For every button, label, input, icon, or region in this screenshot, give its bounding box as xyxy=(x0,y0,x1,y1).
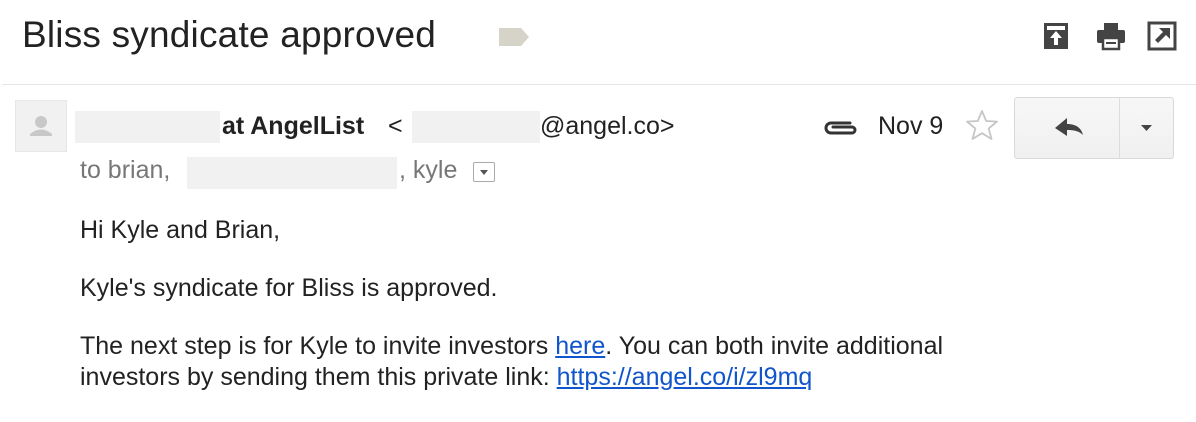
private-invite-link[interactable]: https://angel.co/i/zl9mq xyxy=(557,363,813,391)
recipients-last: , kyle xyxy=(399,156,458,184)
move-to-inbox-icon[interactable] xyxy=(1040,20,1072,52)
print-icon[interactable] xyxy=(1095,20,1127,52)
avatar xyxy=(15,100,67,152)
body-line-3: investors by sending them this private l… xyxy=(80,362,812,392)
sender-name[interactable]: at AngelList xyxy=(222,112,364,141)
paperclip-icon xyxy=(824,121,857,135)
chevron-down-icon xyxy=(480,170,488,175)
body-line-1: Kyle's syndicate for Bliss is approved. xyxy=(80,274,498,302)
reply-button[interactable] xyxy=(1014,97,1120,159)
body-greeting: Hi Kyle and Brian, xyxy=(80,216,281,244)
body-line-2: The next step is for Kyle to invite inve… xyxy=(80,331,943,361)
email-subject: Bliss syndicate approved xyxy=(22,14,437,55)
sender-email-domain: @angel.co> xyxy=(540,112,675,140)
star-icon[interactable] xyxy=(964,108,1000,144)
person-icon xyxy=(30,116,52,136)
body-line-3-before: investors by sending them this private l… xyxy=(80,363,557,391)
redacted-recipient xyxy=(187,157,397,189)
recipients-prefix: to brian, xyxy=(80,156,171,184)
here-link[interactable]: here xyxy=(555,332,605,360)
body-line-2-after: . You can both invite additional xyxy=(605,332,944,360)
body-line-2-before: The next step is for Kyle to invite inve… xyxy=(80,332,556,360)
header-divider xyxy=(2,84,1196,85)
reply-icon xyxy=(1055,118,1083,136)
redacted-sender-name xyxy=(75,111,220,143)
chevron-down-icon xyxy=(1141,125,1152,131)
sender-email-open: < xyxy=(388,112,403,140)
open-in-new-window-icon[interactable] xyxy=(1146,20,1178,52)
show-details-toggle[interactable] xyxy=(473,162,495,182)
more-actions-button[interactable] xyxy=(1119,97,1174,159)
redacted-sender-email xyxy=(412,111,540,143)
email-date: Nov 9 xyxy=(878,112,944,140)
label-tag-icon[interactable] xyxy=(497,26,531,48)
